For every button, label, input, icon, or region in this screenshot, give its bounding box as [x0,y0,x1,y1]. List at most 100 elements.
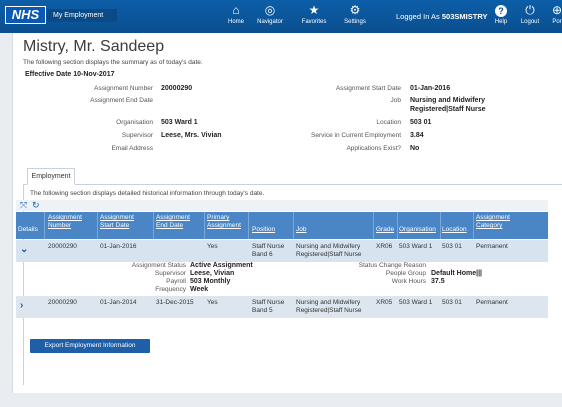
nav-logout[interactable]: ⏻ Logout [517,2,543,31]
supervisor-value: Leese, Mrs. Vivian [161,132,222,139]
cell-position-2: Band 5 [252,307,273,314]
nav-favorites-label: Favorites [301,19,327,25]
nav-navigator[interactable]: ◎ Navigator [254,2,286,31]
col-label-2a: Assignment [100,214,134,221]
global-header: NHS My Employment ⌂ Home ◎ Navigator ★ F… [0,0,562,33]
page-subtitle: The following section displays the summa… [23,59,203,66]
job-value: Nursing and Midwifery [410,97,486,104]
col-divider [204,212,205,239]
col-details: Details [18,226,38,234]
assignment-start-date-value: 01-Jan-2016 [410,85,451,92]
globe-icon: ⊕ [551,3,562,17]
detail-payroll-label: Payroll [166,278,186,285]
cell-job-2: Registered|Staff Nurse [296,307,362,314]
nav-logout-label: Logout [520,19,540,25]
detail-frequency-value: Week [190,286,209,293]
detail-status-label: Assignment Status [131,262,186,269]
table-row[interactable]: ⌄ 20000290 01-Jan-2016 Yes Staff Nurse Ba… [16,240,548,262]
applications-exist-value: No [410,145,420,152]
cell-grade: XR06 [376,243,393,250]
col-grade[interactable]: Grade [376,226,394,234]
cell-job-1: Nursing and Midwifery [296,243,361,250]
detail-supervisor-value: Leese, Vivian [190,270,235,277]
col-divider [293,212,294,239]
col-assignment-category[interactable]: Assignment Category [476,214,510,230]
cell-start: 01-Jan-2016 [100,243,137,250]
col-label-1a: Assignment [48,214,82,221]
app-name[interactable]: My Employment [47,9,117,22]
col-label-10b: Category [476,222,503,229]
service-value: 3.84 [410,132,424,139]
col-divider [97,212,98,239]
tab-strip: Employment [23,168,562,185]
detail-status-reason-label: Status Change Reason [358,262,426,269]
nav-portal[interactable]: ⊕ Por [548,2,562,31]
detail-status-value: Active Assignment [190,262,253,269]
nav-home[interactable]: ⌂ Home [225,2,247,31]
col-location[interactable]: Location [442,226,467,234]
col-label-9: Location [442,226,467,233]
assignment-number-label: Assignment Number [94,85,153,92]
applications-exist-label: Applications Exist? [346,145,401,152]
location-label: Location [376,119,401,126]
cell-position-1: Staff Nurse [252,243,285,250]
supervisor-label: Supervisor [121,132,153,139]
cell-position-2: Band 6 [252,251,273,258]
col-divider [44,212,45,239]
cell-position-1: Staff Nurse [252,299,285,306]
cell-number: 20000290 [48,243,77,250]
col-label-1b: Number [48,222,72,229]
cell-organisation: 503 Ward 1 [399,299,433,306]
detach-icon[interactable]: ⤧ [20,200,27,211]
cell-primary: Yes [207,243,218,250]
effective-date: Effective Date 10-Nov-2017 [25,71,115,78]
nav-settings[interactable]: ⚙ Settings [340,2,370,31]
help-icon: ? [495,5,507,17]
employment-description: The following section displays detailed … [30,190,265,197]
nav-favorites[interactable]: ★ Favorites [298,2,330,31]
cell-position: Staff Nurse Band 5 [252,299,284,315]
nhs-logo[interactable]: NHS [5,6,46,24]
cell-job: Nursing and Midwifery Registered|Staff Nu… [296,243,362,259]
col-position[interactable]: Position [252,226,275,234]
cell-job-1: Nursing and Midwifery [296,299,361,306]
col-label-4b: Assignment [207,222,241,229]
export-employment-button[interactable]: Export Employment Information [30,339,150,353]
chevron-right-icon[interactable]: › [20,300,23,311]
tab-employment[interactable]: Employment [27,168,75,185]
nav-settings-label: Settings [344,19,366,25]
col-divider [248,212,249,239]
col-assignment-end-date[interactable]: Assignment End Date [156,214,190,230]
nav-navigator-label: Navigator [257,19,283,25]
gear-icon: ⚙ [349,3,361,17]
chevron-down-icon[interactable]: ⌄ [20,244,28,255]
detail-supervisor-label: Supervisor [154,270,186,277]
detail-payroll-value: 503 Monthly [190,278,231,285]
col-primary-assignment[interactable]: Primary Assignment [207,214,241,230]
col-organisation[interactable]: Organisation [399,226,436,234]
star-icon: ★ [308,3,320,17]
location-value: 503 01 [410,119,432,126]
col-label-3a: Assignment [156,214,190,221]
col-assignment-start-date[interactable]: Assignment Start Date [100,214,134,230]
page-title: Mistry, Mr. Sandeep [23,38,165,55]
nav-help[interactable]: ? Help [490,2,512,31]
organisation-label: Organisation [116,119,153,126]
col-label-5: Position [252,226,276,233]
logged-in-prefix: Logged In As [396,12,440,21]
power-icon: ⏻ [525,3,535,17]
detail-frequency-label: Frequency [155,286,186,293]
col-divider [153,212,154,239]
col-details-label: Details [18,226,38,233]
col-job[interactable]: Job [296,226,306,234]
refresh-icon[interactable]: ↻ [32,200,40,211]
col-assignment-number[interactable]: Assignment Number [48,214,82,230]
col-label-6: Job [296,226,307,233]
compass-icon: ◎ [264,3,276,17]
cell-primary: Yes [207,299,218,306]
col-label-10a: Assignment [476,214,510,221]
email-address-label: Email Address [111,145,153,152]
logged-in-user: 503SMISTRY [441,12,488,21]
table-row[interactable]: › 20000290 01-Jan-2014 31-Dec-2015 Yes S… [16,296,548,318]
table-header: Details Assignment Number Assignment Start… [16,212,548,239]
